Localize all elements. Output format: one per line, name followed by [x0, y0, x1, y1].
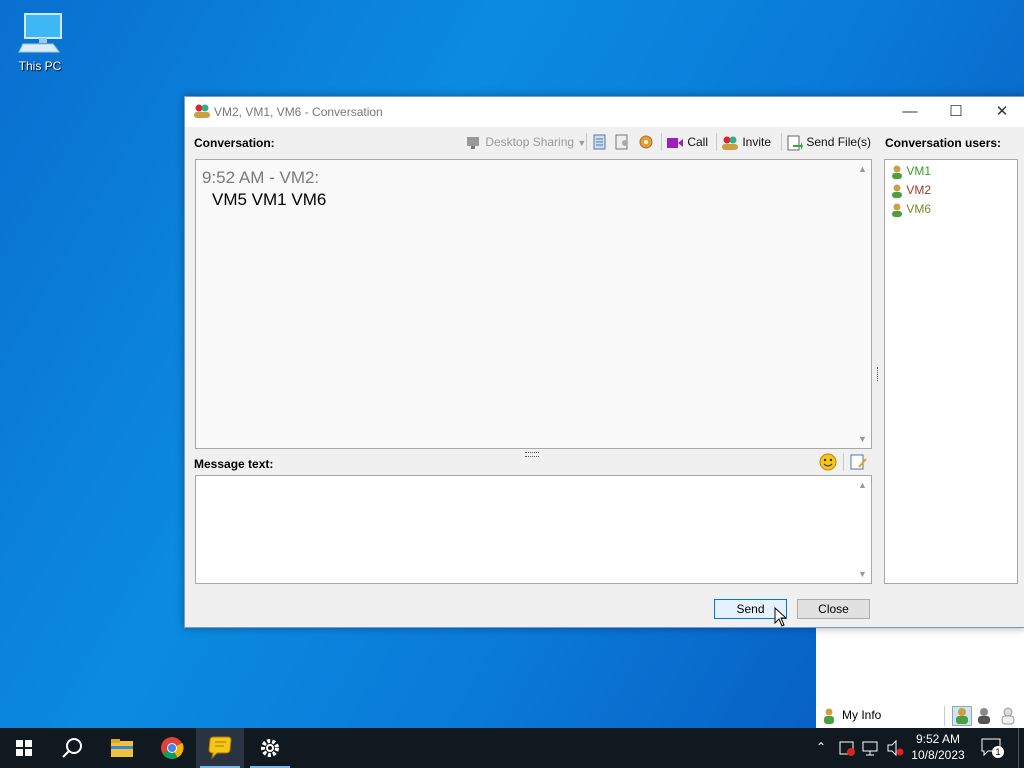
show-desktop-button[interactable] [1018, 728, 1019, 768]
security-icon[interactable] [838, 739, 856, 760]
my-info-icon [822, 708, 836, 724]
scroll-up-icon[interactable]: ▲ [858, 480, 867, 490]
user-name: VM1 [906, 164, 932, 178]
conversation-window: VM2, VM1, VM6 - Conversation — ☐ ✕ Conve… [184, 96, 1024, 628]
conversation-users-list: VM1 VM2 VM6 [884, 159, 1018, 584]
send-files-button[interactable]: Send File(s) [787, 133, 871, 151]
horizontal-splitter[interactable] [525, 452, 539, 457]
messenger-button[interactable] [196, 728, 244, 768]
settings-button[interactable] [246, 728, 294, 768]
search-button[interactable] [48, 728, 96, 768]
desktop-sharing-button[interactable]: Desktop Sharing ▼ [466, 133, 586, 151]
file-explorer-icon [111, 739, 133, 757]
video-camera-icon [667, 137, 683, 148]
user-online-icon [892, 165, 902, 179]
notifications-button[interactable]: 1 [980, 736, 1004, 760]
chevron-down-icon: ▼ [577, 138, 587, 148]
message-entry: 9:52 AM - VM2: VM5 VM1 VM6 [202, 168, 326, 210]
contact-info-icon[interactable] [615, 134, 631, 153]
chrome-icon [161, 737, 184, 759]
user-online-icon [892, 184, 902, 198]
my-info-bar: My Info [820, 706, 1020, 726]
settings-gear-icon[interactable] [637, 134, 655, 153]
user-item-vm6[interactable]: VM6 [891, 200, 931, 218]
format-text-icon[interactable] [850, 453, 868, 474]
emoticon-icon[interactable] [819, 453, 837, 474]
user-name: VM6 [906, 202, 932, 216]
invite-button[interactable]: Invite [721, 133, 771, 151]
status-offline-icon[interactable] [1000, 707, 1016, 728]
conversation-app-icon [193, 103, 211, 122]
conversation-users-label: Conversation users: [885, 136, 1002, 150]
message-input[interactable]: ▲ ▼ [195, 475, 872, 584]
minimize-button[interactable]: — [887, 97, 933, 127]
user-online-icon [892, 203, 902, 217]
clock-date: 10/8/2023 [911, 748, 965, 762]
scroll-down-icon[interactable]: ▼ [858, 434, 867, 444]
volume-muted-icon[interactable] [886, 739, 904, 760]
desktop-sharing-label: Desktop Sharing [485, 135, 575, 149]
user-name: VM2 [906, 183, 932, 197]
desktop-sharing-icon [467, 136, 479, 149]
conversation-scrollbar[interactable]: ▲ ▼ [855, 160, 871, 448]
message-text-label: Message text: [194, 457, 274, 471]
send-file-icon [787, 135, 803, 151]
start-icon [16, 740, 32, 756]
invite-users-icon [722, 136, 738, 150]
title-bar[interactable]: VM2, VM1, VM6 - Conversation — ☐ ✕ [185, 97, 1024, 127]
conversation-label: Conversation: [194, 136, 275, 150]
history-icon[interactable] [593, 134, 607, 153]
system-clock[interactable]: 9:52 AM 10/8/2023 [904, 731, 972, 763]
message-scrollbar[interactable]: ▲ ▼ [855, 476, 871, 583]
status-online-icon[interactable] [952, 706, 972, 726]
invite-label: Invite [742, 135, 772, 149]
clock-time: 9:52 AM [915, 732, 961, 746]
network-icon[interactable] [862, 739, 880, 760]
status-busy-icon[interactable] [976, 707, 992, 728]
vertical-splitter[interactable] [877, 367, 881, 381]
scroll-down-icon[interactable]: ▼ [858, 569, 867, 579]
close-window-button[interactable]: ✕ [979, 97, 1024, 127]
user-item-vm2[interactable]: VM2 [891, 181, 931, 199]
computer-icon [18, 13, 62, 53]
message-body: VM5 VM1 VM6 [212, 190, 327, 209]
start-button[interactable] [0, 728, 48, 768]
scroll-up-icon[interactable]: ▲ [858, 164, 867, 174]
minimize-icon: — [902, 103, 918, 120]
taskbar: ⌃ 9:52 AM 10/8/2023 1 [0, 728, 1024, 768]
send-files-label: Send File(s) [806, 135, 872, 149]
call-button[interactable]: Call [666, 133, 708, 151]
settings-icon [261, 739, 279, 757]
file-explorer-button[interactable] [98, 728, 146, 768]
mouse-cursor-icon [774, 606, 788, 630]
user-item-vm1[interactable]: VM1 [891, 162, 931, 180]
window-title: VM2, VM1, VM6 - Conversation [214, 105, 383, 119]
desktop-icon-this-pc[interactable]: This PC [12, 8, 68, 78]
conversation-history[interactable]: 9:52 AM - VM2: VM5 VM1 VM6 ▲ ▼ [195, 159, 872, 449]
maximize-icon: ☐ [949, 103, 963, 120]
maximize-button[interactable]: ☐ [933, 97, 979, 127]
close-button[interactable]: Close [797, 599, 870, 619]
chrome-button[interactable] [148, 728, 196, 768]
messenger-icon [208, 736, 232, 760]
notification-count-badge: 1 [992, 746, 1004, 758]
message-header: 9:52 AM - VM2: [202, 168, 320, 187]
chevron-up-icon[interactable]: ⌃ [816, 740, 826, 754]
close-icon: ✕ [995, 103, 1009, 120]
my-info-button[interactable]: My Info [842, 708, 881, 722]
search-icon [62, 738, 82, 758]
call-label: Call [687, 135, 709, 149]
desktop-icon-label: This PC [18, 59, 62, 73]
